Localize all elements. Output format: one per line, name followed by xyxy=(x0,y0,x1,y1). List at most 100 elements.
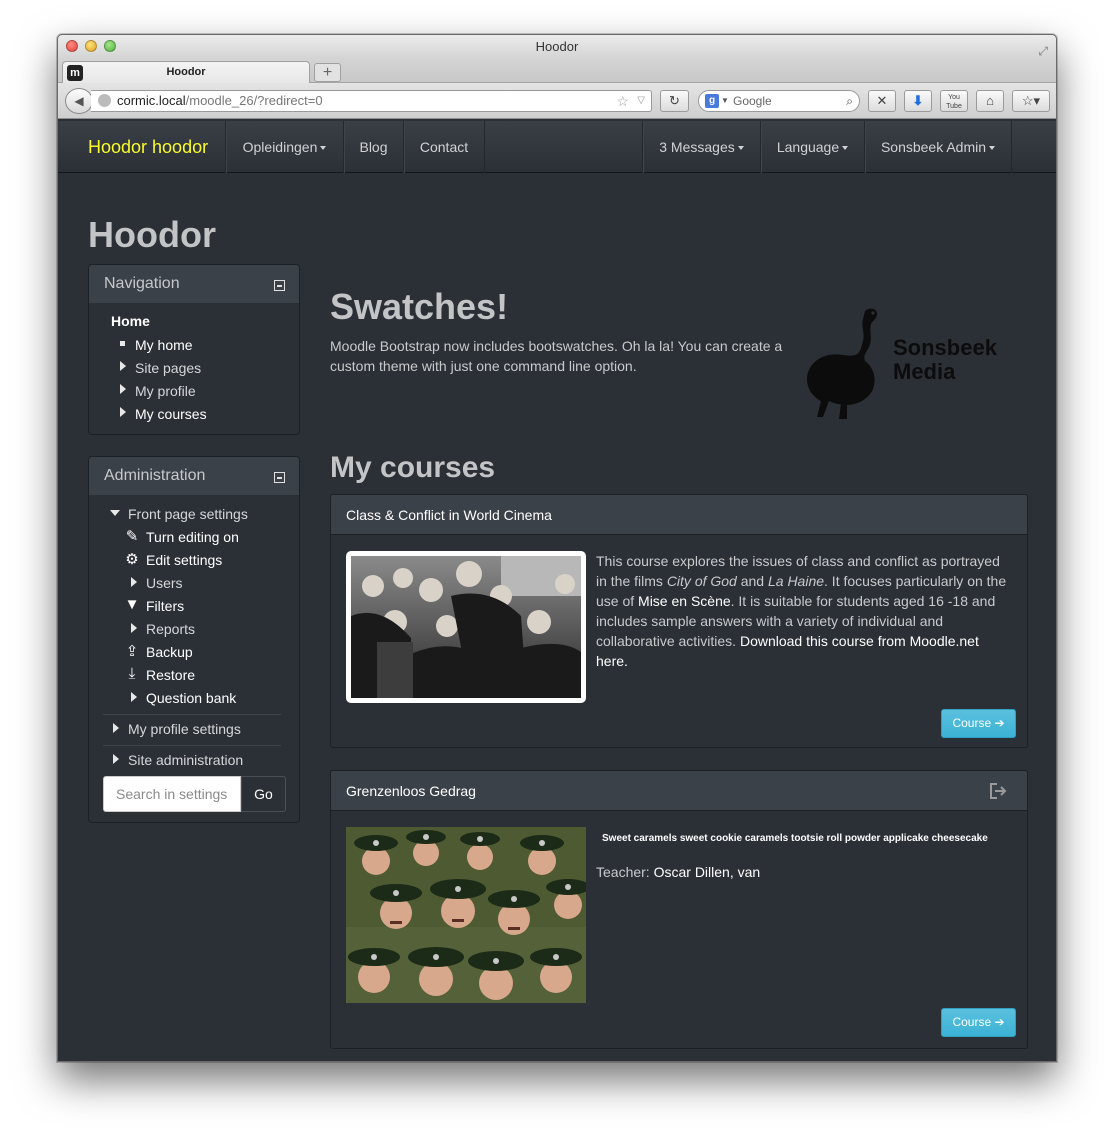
users-link[interactable]: Users xyxy=(146,575,183,591)
window-title: Hoodor xyxy=(535,39,579,54)
moodle-favicon-icon: m xyxy=(67,65,83,81)
youtube-button[interactable]: You Tube xyxy=(940,90,968,112)
ostrich-logo-icon xyxy=(807,308,877,419)
course-button[interactable]: Course ➔ xyxy=(941,709,1016,738)
expand-arrow-icon[interactable] xyxy=(131,577,137,587)
collapse-arrow-icon[interactable] xyxy=(110,510,120,516)
course-image-class-conflict xyxy=(346,551,586,703)
upload-icon: ⇪ xyxy=(125,643,139,660)
nav-blog-label: Blog xyxy=(359,139,388,155)
course-description: This course explores the issues of class… xyxy=(596,551,1014,671)
magnifier-icon[interactable]: ⌕ xyxy=(846,91,853,111)
expand-arrow-icon[interactable] xyxy=(113,723,119,733)
nav-contact[interactable]: Contact xyxy=(403,121,485,173)
course-teacher: Teacher: Oscar Dillen, van xyxy=(596,864,760,880)
nav-opleidingen[interactable]: Opleidingen xyxy=(225,121,343,173)
filters-link[interactable]: Filters xyxy=(146,598,184,614)
close-window-button[interactable] xyxy=(66,40,78,52)
nav-language[interactable]: Language xyxy=(760,121,864,173)
browser-window: Hoodor ⤢ m Hoodor + ◀ cormic.local/moodl… xyxy=(57,34,1057,1062)
nav-blog[interactable]: Blog xyxy=(343,121,403,173)
download-arrow-icon: ⬇ xyxy=(912,93,924,108)
globe-icon xyxy=(98,94,111,107)
url-host: cormic.local xyxy=(117,93,186,108)
caret-down-icon xyxy=(320,146,327,151)
film-title: La Haine xyxy=(767,573,825,589)
gear-icon: ⚙ xyxy=(125,551,139,568)
caret-down-icon xyxy=(989,146,996,151)
bullet-icon xyxy=(120,341,125,346)
expand-arrow-icon[interactable] xyxy=(113,754,119,764)
expand-arrow-icon[interactable] xyxy=(131,623,137,633)
minimize-window-button[interactable] xyxy=(85,40,97,52)
bookmarks-menu-button[interactable]: ☆▾ xyxy=(1012,90,1050,112)
restore-link[interactable]: Restore xyxy=(146,667,195,683)
minimize-icon[interactable] xyxy=(274,280,285,291)
backup-link[interactable]: Backup xyxy=(146,644,193,660)
reports-link[interactable]: Reports xyxy=(146,621,195,637)
navigation-block-title: Navigation xyxy=(104,275,180,292)
filter-icon: ▼ xyxy=(124,596,140,613)
nav-site-pages[interactable]: Site pages xyxy=(135,360,201,376)
settings-search-go-button[interactable]: Go xyxy=(241,776,286,812)
reload-button[interactable]: ↻ xyxy=(660,90,689,112)
edit-settings-link[interactable]: Edit settings xyxy=(146,552,222,568)
browser-toolbar: ◀ cormic.local/moodle_26/?redirect=0 ☆ ▽… xyxy=(58,83,1056,119)
administration-block: Administration Front page settings ✎ Tur… xyxy=(88,456,300,823)
expand-arrow-icon[interactable] xyxy=(120,407,126,417)
tab-hoodor[interactable]: m Hoodor xyxy=(62,61,310,84)
divider xyxy=(103,714,281,715)
stop-button[interactable]: ✕ xyxy=(868,90,896,112)
course-card: Class & Conflict in World Cinema This co… xyxy=(330,494,1028,748)
my-profile-settings[interactable]: My profile settings xyxy=(128,721,241,737)
new-tab-button[interactable]: + xyxy=(314,63,341,82)
course-button[interactable]: Course ➔ xyxy=(941,1008,1016,1037)
nav-language-label: Language xyxy=(776,139,840,155)
caret-down-icon xyxy=(842,146,849,151)
bookmark-star-icon[interactable]: ☆ xyxy=(616,91,629,111)
enrol-icon[interactable] xyxy=(989,783,1007,799)
front-page-settings[interactable]: Front page settings xyxy=(128,506,248,522)
settings-search-input[interactable]: Search in settings xyxy=(103,776,241,812)
search-engine-dropdown-icon[interactable]: ▼ xyxy=(721,91,729,111)
window-controls xyxy=(66,40,116,52)
page-title: Hoodor xyxy=(88,214,216,255)
course-image-grenzenloos xyxy=(346,827,586,1003)
address-bar[interactable]: cormic.local/moodle_26/?redirect=0 ☆ ▽ xyxy=(91,90,652,112)
downloads-button[interactable]: ⬇ xyxy=(904,90,932,112)
logo-line-2: Media xyxy=(893,359,956,384)
nav-my-profile[interactable]: My profile xyxy=(135,383,196,399)
nav-user-menu[interactable]: Sonsbeek Admin xyxy=(864,121,1012,173)
title-bar: Hoodor ⤢ xyxy=(58,35,1056,59)
course-title[interactable]: Grenzenloos Gedrag xyxy=(346,783,476,799)
nav-messages[interactable]: 3 Messages xyxy=(642,121,760,173)
minimize-icon[interactable] xyxy=(274,472,285,483)
url-history-dropdown-icon[interactable]: ▽ xyxy=(637,91,645,111)
mise-en-scene-link[interactable]: Mise en Scène xyxy=(638,593,731,609)
teacher-name-link[interactable]: Oscar Dillen, van xyxy=(654,864,761,880)
expand-arrow-icon[interactable] xyxy=(120,361,126,371)
expand-arrow-icon[interactable] xyxy=(120,384,126,394)
zoom-window-button[interactable] xyxy=(104,40,116,52)
nav-home-link[interactable]: Home xyxy=(111,313,150,329)
back-button[interactable]: ◀ xyxy=(65,88,93,114)
turn-editing-on-link[interactable]: Turn editing on xyxy=(146,529,239,545)
nav-opleidingen-label: Opleidingen xyxy=(242,139,318,155)
course-title[interactable]: Class & Conflict in World Cinema xyxy=(331,495,1027,535)
nav-my-courses[interactable]: My courses xyxy=(135,406,207,422)
bookmarks-icon: ☆▾ xyxy=(1021,93,1041,108)
nav-my-home[interactable]: My home xyxy=(135,337,193,353)
expand-arrow-icon[interactable] xyxy=(131,692,137,702)
tab-title: Hoodor xyxy=(166,66,206,78)
administration-block-header: Administration xyxy=(89,457,299,495)
caret-down-icon xyxy=(737,146,744,151)
brand-link[interactable]: Hoodor hoodor xyxy=(88,121,208,173)
my-courses-heading: My courses xyxy=(330,451,496,484)
sonsbeek-media-logo: Sonsbeek Media xyxy=(803,305,1003,421)
site-navbar: Hoodor hoodor Opleidingen Blog Contact 3… xyxy=(58,121,1056,173)
home-button[interactable]: ⌂ xyxy=(976,90,1004,112)
question-bank-link[interactable]: Question bank xyxy=(146,690,236,706)
site-administration[interactable]: Site administration xyxy=(128,752,243,768)
course-description-text: and xyxy=(736,573,768,589)
search-bar[interactable]: g ▼ Google ⌕ xyxy=(698,90,860,112)
